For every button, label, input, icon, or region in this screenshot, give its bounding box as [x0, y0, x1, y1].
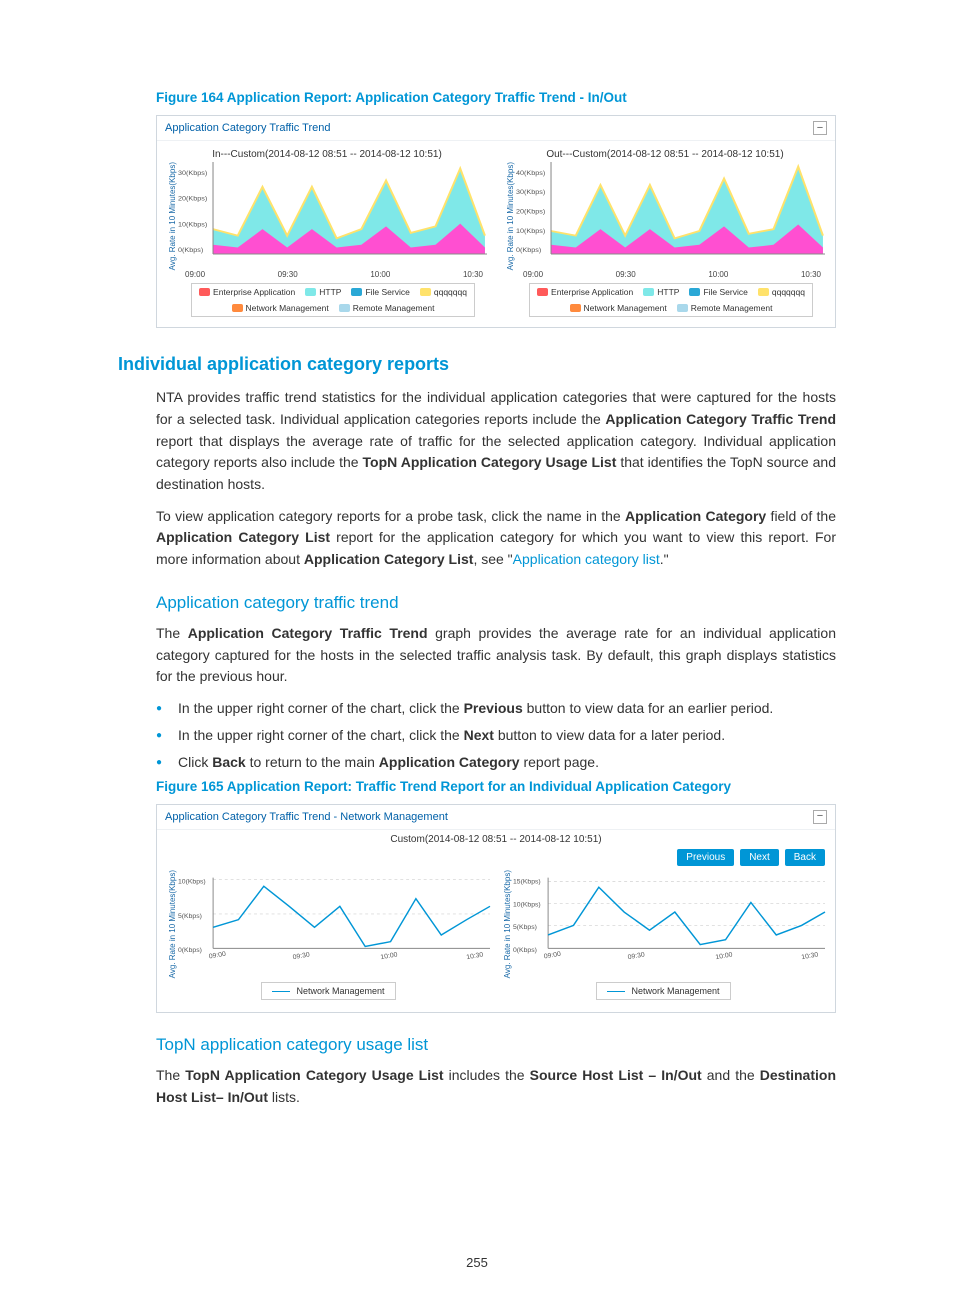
- paragraph: The TopN Application Category Usage List…: [156, 1065, 836, 1108]
- heading-individual-reports: Individual application category reports: [118, 354, 836, 375]
- heading-app-cat-traffic-trend: Application category traffic trend: [156, 593, 836, 613]
- svg-text:0(Kbps): 0(Kbps): [178, 247, 203, 254]
- svg-text:10(Kbps): 10(Kbps): [178, 222, 207, 229]
- svg-text:40(Kbps): 40(Kbps): [516, 170, 545, 177]
- in-chart-title: In---Custom(2014-08-12 08:51 -- 2014-08-…: [167, 149, 487, 160]
- list-item: In the upper right corner of the chart, …: [156, 725, 836, 746]
- xtick: 10:30: [463, 270, 483, 279]
- previous-button[interactable]: Previous: [677, 849, 734, 866]
- svg-text:10:00: 10:00: [380, 951, 398, 961]
- legend-item: Enterprise Application: [199, 287, 295, 297]
- paragraph: The Application Category Traffic Trend g…: [156, 623, 836, 688]
- legend-item: Remote Management: [339, 303, 435, 313]
- y-axis-label: Avg. Rate in 10 Minutes(Kbps): [502, 870, 513, 978]
- out-chart-title: Out---Custom(2014-08-12 08:51 -- 2014-08…: [505, 149, 825, 160]
- figure-164-caption: Figure 164 Application Report: Applicati…: [156, 90, 836, 105]
- svg-text:5(Kbps): 5(Kbps): [513, 924, 537, 931]
- in-x-ticks: 09:00 09:30 10:00 10:30: [167, 270, 487, 279]
- panel-title: Application Category Traffic Trend - Net…: [165, 811, 448, 823]
- in-area-chart: 0(Kbps) 10(Kbps) 20(Kbps) 30(Kbps): [178, 162, 487, 254]
- line-chart-svg: 0(Kbps) 5(Kbps) 10(Kbps) 09:00: [178, 870, 490, 956]
- svg-text:10(Kbps): 10(Kbps): [513, 901, 541, 908]
- svg-text:30(Kbps): 30(Kbps): [178, 170, 207, 177]
- out-x-ticks: 09:00 09:30 10:00 10:30: [505, 270, 825, 279]
- svg-text:5(Kbps): 5(Kbps): [178, 913, 202, 920]
- out-chart-block: Out---Custom(2014-08-12 08:51 -- 2014-08…: [505, 149, 825, 321]
- legend-item: Network Management: [232, 303, 329, 313]
- legend-item: File Service: [351, 287, 409, 297]
- legend-item: HTTP: [305, 287, 341, 297]
- figure-165-panel: Application Category Traffic Trend - Net…: [156, 804, 836, 1013]
- line-chart-left: Avg. Rate in 10 Minutes(Kbps) 0(Kbps) 5(…: [167, 870, 490, 1006]
- next-button[interactable]: Next: [740, 849, 779, 866]
- out-legend: Enterprise Application HTTP File Service…: [529, 283, 813, 317]
- xref-application-category-list[interactable]: Application category list: [513, 551, 660, 567]
- svg-text:30(Kbps): 30(Kbps): [516, 189, 545, 196]
- legend-item: qqqqqqq: [420, 287, 467, 297]
- line-chart-svg: 0(Kbps) 5(Kbps) 10(Kbps) 15(Kbps): [513, 870, 825, 956]
- svg-text:09:00: 09:00: [543, 951, 561, 961]
- svg-text:10:30: 10:30: [801, 951, 819, 961]
- collapse-icon[interactable]: −: [813, 810, 827, 824]
- legend-item: qqqqqqq: [758, 287, 805, 297]
- panel-header: Application Category Traffic Trend - Net…: [157, 805, 835, 830]
- svg-text:09:30: 09:30: [292, 951, 310, 961]
- svg-text:0(Kbps): 0(Kbps): [513, 947, 537, 954]
- xtick: 10:00: [708, 270, 728, 279]
- chart-nav-buttons: Previous Next Back: [157, 845, 835, 868]
- svg-text:10(Kbps): 10(Kbps): [178, 878, 206, 885]
- line-legend: Network Management: [596, 982, 730, 1000]
- paragraph: NTA provides traffic trend statistics fo…: [156, 387, 836, 495]
- page-number: 255: [0, 1255, 954, 1270]
- xtick: 09:30: [616, 270, 636, 279]
- dual-line-charts: Avg. Rate in 10 Minutes(Kbps) 0(Kbps) 5(…: [157, 868, 835, 1012]
- line-dash-icon: [272, 991, 290, 992]
- legend-item: HTTP: [643, 287, 679, 297]
- xtick: 09:00: [185, 270, 205, 279]
- svg-text:09:30: 09:30: [627, 951, 645, 961]
- panel-title: Application Category Traffic Trend: [165, 122, 331, 134]
- legend-item: File Service: [689, 287, 747, 297]
- y-axis-label: Avg. Rate in 10 Minutes(Kbps): [505, 162, 516, 270]
- svg-text:0(Kbps): 0(Kbps): [516, 247, 541, 254]
- list-item: Click Back to return to the main Applica…: [156, 752, 836, 773]
- svg-text:15(Kbps): 15(Kbps): [513, 878, 541, 885]
- legend-item: Enterprise Application: [537, 287, 633, 297]
- svg-text:09:00: 09:00: [208, 951, 226, 961]
- svg-text:0(Kbps): 0(Kbps): [178, 947, 202, 954]
- figure-165-caption: Figure 165 Application Report: Traffic T…: [156, 779, 836, 794]
- svg-text:20(Kbps): 20(Kbps): [516, 209, 545, 216]
- bullet-list: In the upper right corner of the chart, …: [156, 698, 836, 773]
- figure-165-subtitle: Custom(2014-08-12 08:51 -- 2014-08-12 10…: [157, 830, 835, 845]
- xtick: 09:30: [278, 270, 298, 279]
- collapse-icon[interactable]: −: [813, 121, 827, 135]
- in-legend: Enterprise Application HTTP File Service…: [191, 283, 475, 317]
- line-legend: Network Management: [261, 982, 395, 1000]
- heading-topn-usage-list: TopN application category usage list: [156, 1035, 836, 1055]
- svg-text:10:30: 10:30: [466, 951, 484, 961]
- dual-chart-row: In---Custom(2014-08-12 08:51 -- 2014-08-…: [157, 141, 835, 327]
- svg-text:20(Kbps): 20(Kbps): [178, 196, 207, 203]
- out-area-chart: 0(Kbps) 10(Kbps) 20(Kbps) 30(Kbps) 40(Kb…: [516, 162, 825, 254]
- back-button[interactable]: Back: [785, 849, 825, 866]
- in-chart-block: In---Custom(2014-08-12 08:51 -- 2014-08-…: [167, 149, 487, 321]
- line-dash-icon: [607, 991, 625, 992]
- xtick: 10:00: [370, 270, 390, 279]
- xtick: 09:00: [523, 270, 543, 279]
- y-axis-label: Avg. Rate in 10 Minutes(Kbps): [167, 870, 178, 978]
- line-chart-right: Avg. Rate in 10 Minutes(Kbps) 0(Kbps) 5(…: [502, 870, 825, 1006]
- svg-text:10(Kbps): 10(Kbps): [516, 228, 545, 235]
- legend-item: Network Management: [570, 303, 667, 313]
- document-page: Figure 164 Application Report: Applicati…: [0, 0, 954, 1296]
- y-axis-label: Avg. Rate in 10 Minutes(Kbps): [167, 162, 178, 270]
- list-item: In the upper right corner of the chart, …: [156, 698, 836, 719]
- xtick: 10:30: [801, 270, 821, 279]
- legend-item: Remote Management: [677, 303, 773, 313]
- panel-header: Application Category Traffic Trend −: [157, 116, 835, 141]
- svg-text:10:00: 10:00: [715, 951, 733, 961]
- figure-164-panel: Application Category Traffic Trend − In-…: [156, 115, 836, 328]
- paragraph: To view application category reports for…: [156, 506, 836, 571]
